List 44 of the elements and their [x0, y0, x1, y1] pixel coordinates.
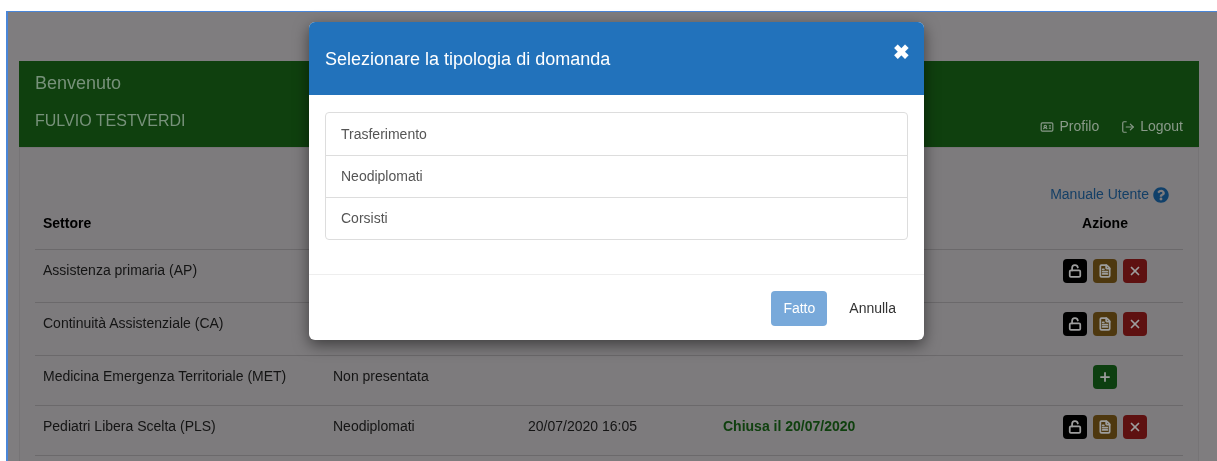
option-item[interactable]: Corsisti	[326, 197, 907, 239]
logout-icon	[1121, 119, 1136, 134]
greeting: Benvenuto	[35, 72, 123, 95]
delete-button[interactable]	[1123, 259, 1147, 283]
document-icon	[1098, 264, 1112, 278]
pdf-button[interactable]	[1093, 259, 1117, 283]
add-button[interactable]	[1093, 365, 1117, 389]
table-cell: Neodiplomati	[333, 418, 415, 434]
close-icon	[1128, 420, 1142, 434]
padlock-icon	[1068, 264, 1082, 278]
help-icon	[1153, 186, 1169, 203]
close-button[interactable]: ✖	[893, 36, 910, 67]
plus-icon	[1098, 370, 1112, 384]
id-card-icon	[1040, 119, 1055, 134]
table-cell-text: Pediatri Libera Scelta (PLS)	[42, 417, 217, 436]
pdf-button[interactable]	[1093, 312, 1117, 336]
column-header: Azione	[1081, 214, 1129, 233]
delete-button[interactable]	[1123, 415, 1147, 439]
document-icon	[1098, 420, 1112, 434]
manual-link[interactable]: Manuale Utente	[1050, 184, 1149, 205]
user-name: FULVIO TESTVERDI	[35, 111, 186, 131]
table-cell-text: Assistenza primaria (AP)	[42, 261, 199, 280]
column-header: Settore	[43, 215, 92, 231]
unlock-button[interactable]	[1063, 259, 1087, 283]
option-item[interactable]: Trasferimento	[326, 113, 907, 155]
delete-button[interactable]	[1123, 312, 1147, 336]
status-text: Chiusa il 20/07/2020	[723, 418, 856, 434]
unlock-button[interactable]	[1063, 312, 1087, 336]
table-cell: 20/07/2020 16:05	[528, 418, 637, 434]
unlock-button[interactable]	[1063, 415, 1087, 439]
option-item[interactable]: Neodiplomati	[326, 155, 907, 197]
padlock-icon	[1068, 317, 1082, 331]
table-cell-text: Medicina Emergenza Territoriale (MET)	[42, 367, 288, 386]
modal-title: Selezionare la tipologia di domanda	[325, 48, 611, 71]
document-icon	[1098, 317, 1112, 331]
table-cell: Non presentata	[333, 368, 429, 384]
profile-link[interactable]: Profilo	[1040, 116, 1100, 137]
padlock-icon	[1068, 420, 1082, 434]
cancel-button[interactable]: Annulla	[837, 291, 908, 326]
logout-link[interactable]: Logout	[1121, 116, 1183, 137]
close-icon	[1128, 264, 1142, 278]
table-cell-text: Continuità Assistenziale (CA)	[42, 314, 225, 333]
pdf-button[interactable]	[1093, 415, 1117, 439]
close-icon	[1128, 317, 1142, 331]
